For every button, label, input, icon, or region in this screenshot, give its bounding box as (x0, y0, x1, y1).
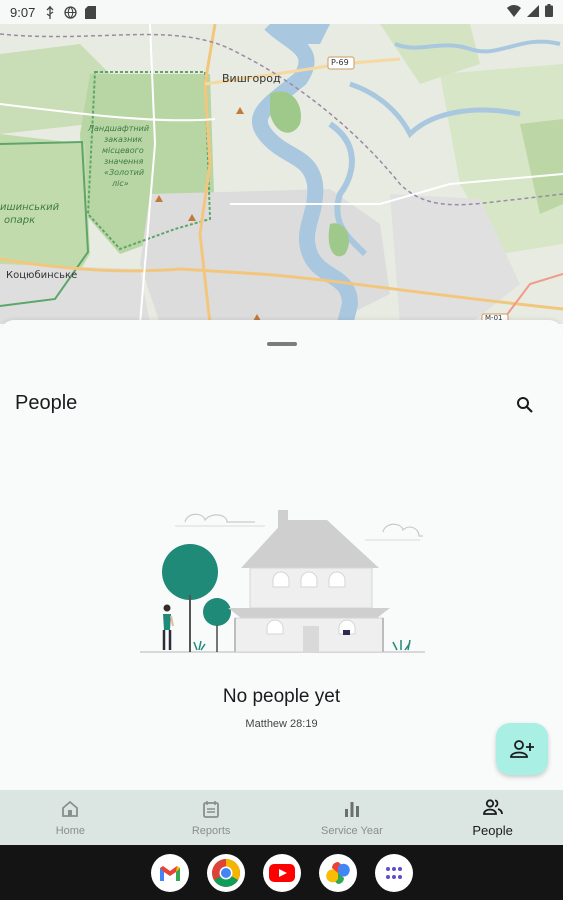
search-icon (517, 397, 533, 413)
map-label-vyshhorod: Вишгород (222, 72, 281, 85)
wifi-icon (507, 4, 521, 20)
empty-state-title: No people yet (222, 686, 341, 707)
youtube-icon[interactable] (262, 853, 301, 892)
drag-handle[interactable] (267, 342, 297, 346)
system-dock (0, 845, 563, 900)
reports-icon (201, 799, 221, 819)
gmail-icon[interactable] (150, 853, 189, 892)
chrome-icon[interactable] (206, 853, 245, 892)
map-label-reserve-6: ліс» (112, 179, 129, 188)
bottom-navigation: Home Reports Service Year People (0, 790, 563, 845)
bar-chart-icon (342, 799, 362, 819)
map-label-left-2: опарк (4, 215, 36, 226)
app-drawer-icon[interactable] (374, 853, 413, 892)
map-label-reserve-4: значення (104, 157, 144, 166)
add-person-icon (510, 740, 534, 758)
add-person-button[interactable] (496, 723, 548, 775)
page-title: People (15, 392, 78, 414)
nav-home[interactable]: Home (0, 790, 141, 845)
nav-service-year-label: Service Year (320, 824, 383, 837)
map-label-reserve-3: місцевого (102, 146, 144, 155)
vpn-globe-icon (63, 5, 77, 19)
sd-card-icon (83, 5, 97, 19)
photos-icon[interactable] (318, 853, 357, 892)
nav-people[interactable]: People (422, 790, 563, 845)
battery-icon (545, 4, 553, 20)
nav-reports-label: Reports (191, 824, 231, 837)
empty-state-illustration (135, 490, 430, 665)
home-icon (60, 799, 80, 819)
map-tiles (0, 24, 563, 324)
nav-people-label: People (472, 823, 513, 838)
status-time: 9:07 (10, 4, 36, 20)
map-label-reserve-1: Ландшафтний (88, 124, 150, 133)
map-label-reserve-2: заказник (104, 135, 143, 144)
map-label-left-1: ишинський (0, 202, 60, 213)
nav-home-label: Home (55, 824, 86, 837)
people-icon (482, 797, 503, 817)
empty-state-verse: Matthew 28:19 (245, 718, 318, 730)
map-label-reserve-5: «Золотий (104, 168, 145, 177)
status-bar: 9:07 (0, 0, 563, 24)
map-label-kotsiubynske: Коцюбинське (6, 270, 78, 281)
nav-reports[interactable]: Reports (141, 790, 282, 845)
usb-icon (43, 5, 57, 19)
search-button[interactable] (510, 390, 540, 420)
people-sheet: People No people yet Matthew 28:19 (0, 320, 563, 790)
map-label-road-p69: P-69 (331, 58, 349, 67)
nav-service-year[interactable]: Service Year (282, 790, 423, 845)
signal-icon (527, 4, 539, 20)
map-view[interactable]: Вишгород P-69 Ландшафтний заказник місце… (0, 24, 563, 324)
